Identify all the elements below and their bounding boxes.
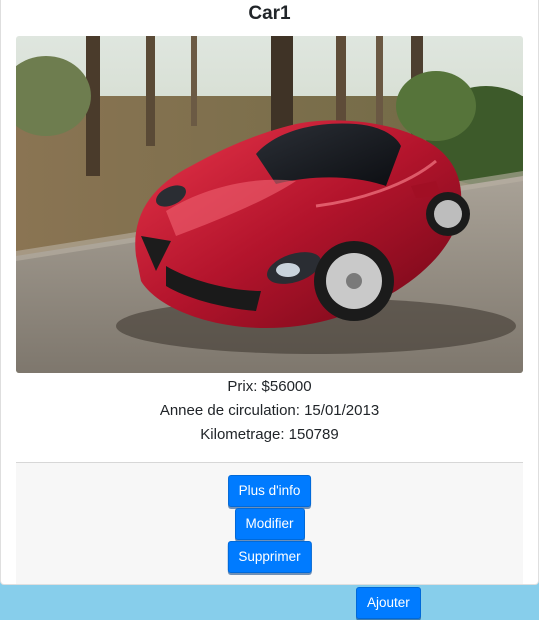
car-card: Car1 Prix: $56000 Annee de circulation: … <box>0 0 539 585</box>
mileage-text: Kilometrage: 150789 <box>200 426 339 443</box>
add-button[interactable]: Ajouter <box>356 587 421 619</box>
page: Car1 Prix: $56000 Annee de circulation: … <box>0 0 539 620</box>
delete-button[interactable]: Supprimer <box>227 541 312 573</box>
edit-button[interactable]: Modifier <box>234 508 305 540</box>
more-info-button[interactable]: Plus d'info <box>227 475 312 507</box>
car-details: Prix: $56000 Annee de circulation: 15/01… <box>1 375 538 447</box>
circulation-date-text: Annee de circulation: 15/01/2013 <box>159 402 380 419</box>
car-image <box>16 36 523 373</box>
car-photo-graphic <box>16 36 523 373</box>
card-footer: Plus d'info Modifier Supprimer <box>16 462 523 584</box>
price-text: Prix: $56000 <box>227 378 312 395</box>
card-title: Car1 <box>248 3 291 24</box>
